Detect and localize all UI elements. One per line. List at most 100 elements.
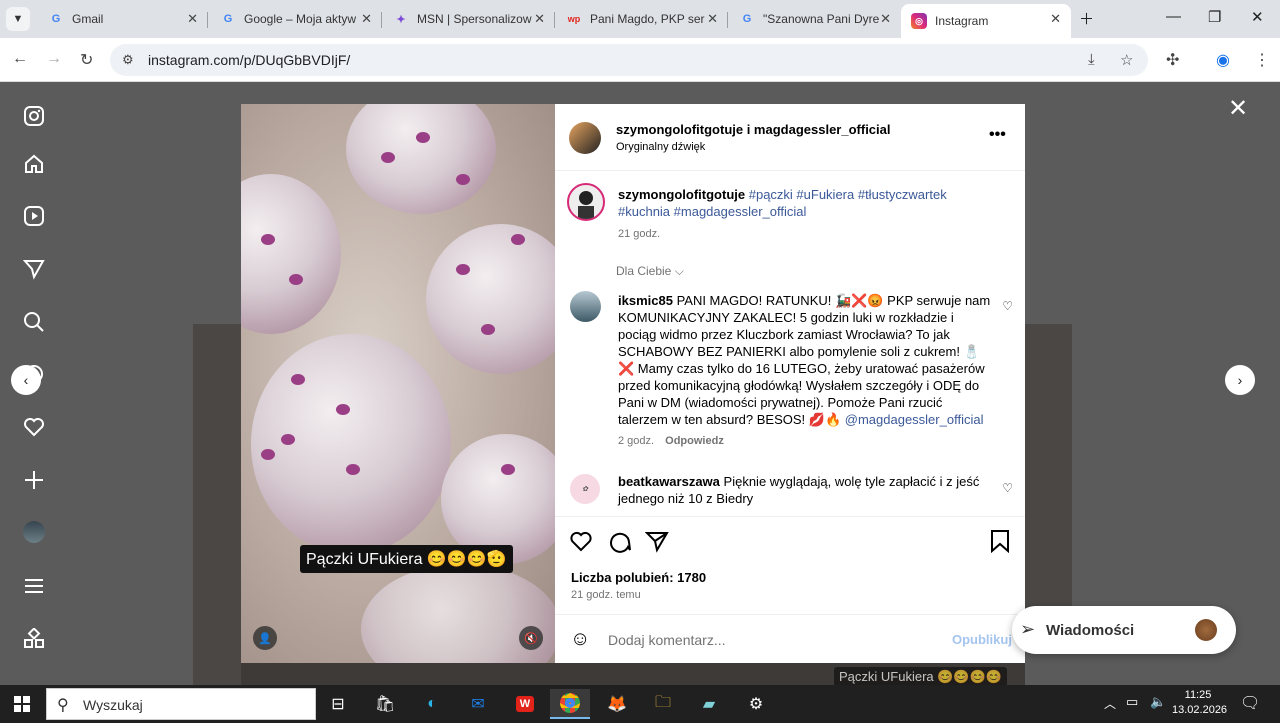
install-app-icon[interactable]: ⤓	[1088, 51, 1095, 68]
taskbar-search[interactable]: ⚲ Wyszukaj	[46, 688, 316, 720]
forward-icon[interactable]: →	[46, 50, 62, 68]
post-video[interactable]: Pączki UFukiera 😊😊😊🫡 👤 🔇	[241, 104, 555, 663]
gmail-icon: G	[51, 13, 61, 25]
messages-avatar	[1195, 619, 1217, 641]
tab-google-search[interactable]: G "Szanowna Pani Dyre ✕	[729, 4, 901, 34]
home-icon[interactable]	[22, 152, 46, 176]
petal-decor	[261, 234, 275, 245]
author-avatar[interactable]	[569, 122, 601, 154]
maximize-icon[interactable]: ❐	[1208, 8, 1221, 26]
browser-tab-strip: ▼ G Gmail ✕ G Google – Moja aktyw ✕ ✦ MS…	[0, 0, 1280, 38]
audio-label[interactable]: Oryginalny dźwięk	[616, 141, 705, 153]
more-menu-icon[interactable]	[22, 574, 46, 598]
donut-image	[346, 104, 496, 214]
volume-icon[interactable]: 🔈	[1150, 694, 1166, 710]
comments-scroll[interactable]: szymongolofitgotuje #pączki #uFukiera #t…	[555, 171, 1025, 516]
post-authors[interactable]: szymongolofitgotuje i magdagessler_offic…	[616, 121, 891, 138]
minimize-icon[interactable]: —	[1166, 8, 1181, 25]
messages-pill[interactable]: ➢ Wiadomości	[1012, 606, 1236, 654]
also-from-meta-icon[interactable]	[22, 627, 46, 651]
wp-app-icon[interactable]: W	[505, 689, 545, 719]
tab-instagram[interactable]: ◎ Instagram ✕	[901, 4, 1071, 38]
reels-icon[interactable]	[22, 204, 46, 228]
close-window-icon[interactable]: ✕	[1251, 8, 1264, 26]
bookmark-star-icon[interactable]: ☆	[1120, 51, 1133, 69]
notifications-heart-icon[interactable]	[22, 415, 46, 439]
tagged-users-icon[interactable]: 👤	[253, 626, 277, 650]
close-tab-icon[interactable]: ✕	[1050, 11, 1061, 27]
likes-count[interactable]: Liczba polubień: 1780	[571, 569, 706, 586]
site-info-icon[interactable]: ⚙	[122, 52, 134, 68]
instagram-logo-icon[interactable]	[22, 104, 46, 128]
new-tab-button[interactable]: ＋	[1079, 8, 1094, 29]
share-icon[interactable]	[644, 529, 669, 559]
search-icon[interactable]	[22, 310, 46, 334]
background-caption: Pączki UFukiera 😊😊😊😊	[834, 667, 1007, 687]
post-time[interactable]: 21 godz. temu	[571, 589, 641, 601]
commenter-avatar[interactable]: ✿	[570, 474, 600, 504]
back-icon[interactable]: ←	[12, 50, 28, 68]
messages-icon[interactable]	[22, 257, 46, 281]
petal-decor	[261, 449, 275, 460]
close-tab-icon[interactable]: ✕	[534, 11, 545, 27]
firefox-icon[interactable]: 🦊	[597, 689, 637, 719]
profile-icon[interactable]: ◉	[1216, 50, 1230, 70]
address-bar[interactable]: ⚙ instagram.com/p/DUqGbBVDIjF/ ⤓ ☆	[110, 44, 1148, 76]
more-options-icon[interactable]: •••	[989, 126, 1006, 144]
background-post	[193, 324, 241, 685]
save-bookmark-icon[interactable]	[989, 529, 1011, 559]
tab-msn[interactable]: ✦ MSN | Spersonalizow ✕	[383, 4, 555, 34]
caption-author-avatar[interactable]	[567, 183, 605, 221]
extensions-icon[interactable]: ✣	[1166, 50, 1179, 70]
task-view-icon[interactable]: ⊟	[318, 689, 358, 719]
tab-wp[interactable]: wp Pani Magdo, PKP ser ✕	[556, 4, 728, 34]
sort-comments-dropdown[interactable]: Dla Ciebie ⌵	[616, 264, 684, 279]
petal-decor	[291, 374, 305, 385]
tab-google-activity[interactable]: G Google – Moja aktyw ✕	[210, 4, 382, 34]
close-tab-icon[interactable]: ✕	[707, 11, 718, 27]
outlook-icon[interactable]: ✉	[458, 689, 498, 719]
show-hidden-icons[interactable]: ︿	[1104, 695, 1116, 712]
reload-icon[interactable]: ↻	[80, 50, 93, 70]
chrome-icon[interactable]	[550, 689, 590, 719]
petal-decor	[381, 152, 395, 163]
settings-gear-icon[interactable]: ⚙	[736, 689, 776, 719]
close-tab-icon[interactable]: ✕	[187, 11, 198, 27]
like-icon[interactable]	[569, 529, 593, 559]
windows-start-icon[interactable]	[2, 689, 42, 719]
microsoft-store-icon[interactable]: 🛍	[365, 689, 405, 719]
reply-button[interactable]: Odpowiedz	[665, 435, 724, 447]
commenter-avatar[interactable]	[570, 291, 601, 322]
notes-app-icon[interactable]: ▰	[689, 689, 729, 719]
messages-icon: ➢	[1020, 619, 1036, 639]
profile-avatar-icon[interactable]	[22, 520, 46, 544]
comment-icon[interactable]	[608, 529, 632, 559]
notification-center-icon[interactable]: 🗨	[1240, 693, 1260, 713]
edge-icon[interactable]: ◐	[412, 689, 452, 719]
clock[interactable]: 11:25 13.02.2026	[1172, 688, 1227, 718]
comment-input[interactable]: Dodaj komentarz...	[608, 632, 726, 648]
comment-like-icon[interactable]: ♡	[1002, 299, 1013, 313]
next-post-button[interactable]: ›	[1225, 365, 1255, 395]
create-icon[interactable]	[22, 468, 46, 492]
network-icon[interactable]: ▭	[1126, 694, 1138, 710]
tab-search-button[interactable]: ▼	[6, 7, 30, 31]
close-tab-icon[interactable]: ✕	[361, 11, 372, 27]
caption-time: 21 godz.	[618, 228, 661, 240]
video-caption: Pączki UFukiera 😊😊😊🫡	[300, 545, 513, 573]
file-explorer-icon[interactable]: 🗀	[643, 689, 683, 719]
emoji-icon[interactable]: ☺	[570, 628, 590, 651]
petal-decor	[336, 404, 350, 415]
previous-post-button[interactable]: ‹	[11, 365, 41, 395]
close-tab-icon[interactable]: ✕	[880, 11, 891, 27]
tab-gmail[interactable]: G Gmail ✕	[38, 4, 208, 34]
close-modal-icon[interactable]: ✕	[1228, 94, 1248, 123]
petal-decor	[456, 264, 470, 275]
comment-text: iksmic85 PANI MAGDO! RATUNKU! 🚂❌😡 PKP se…	[618, 293, 991, 427]
comment-like-icon[interactable]: ♡	[1002, 481, 1013, 495]
mute-icon[interactable]: 🔇	[519, 626, 543, 650]
browser-menu-icon[interactable]: ⋮	[1254, 50, 1270, 70]
publish-button[interactable]: Opublikuj	[952, 632, 1012, 647]
post-actions: Liczba polubień: 1780 21 godz. temu	[555, 516, 1025, 614]
browser-toolbar: ← → ↻ ⚙ instagram.com/p/DUqGbBVDIjF/ ⤓ ☆…	[0, 38, 1280, 82]
